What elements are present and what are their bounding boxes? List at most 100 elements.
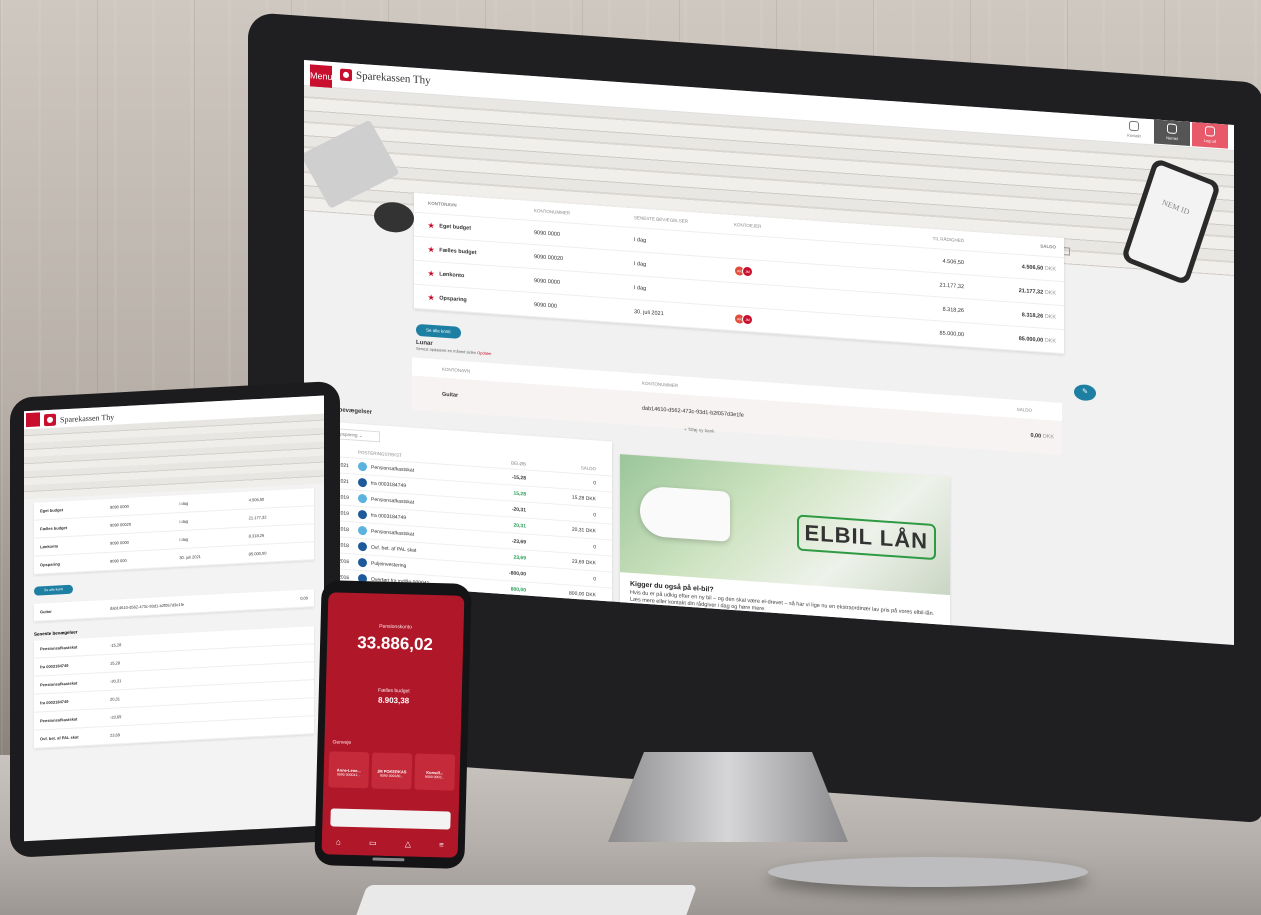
bell-icon	[1129, 120, 1139, 132]
bank-logo-icon	[340, 68, 352, 82]
account-balance-currency: DKK	[1044, 265, 1056, 273]
tablet-transaction-text: Pensionsafkastskat	[40, 680, 78, 688]
tablet-transaction-text: Pensionsafkastskat	[40, 716, 78, 724]
col-account-name[interactable]: Kontonavn	[414, 200, 534, 213]
tablet-transaction-amount: 23,69	[110, 732, 121, 738]
tablet-transaction-text: fra 0003184749	[40, 662, 69, 670]
transaction-text: Pensionsafkastskat	[371, 496, 415, 506]
monitor-stand	[608, 752, 848, 842]
tx-col-amount[interactable]: Beløb	[470, 458, 526, 466]
contact-button[interactable]: Kontakt	[1116, 117, 1152, 144]
phone-shortcut-card[interactable]: Anne-Lene... 9090 000041...	[328, 751, 370, 789]
phone-shortcut-card[interactable]: Konsdl... 9090 0002...	[414, 753, 456, 791]
account-name: Fælles budget	[439, 246, 477, 256]
transaction-balance: 0	[593, 511, 596, 518]
account-available: 4.506,50	[942, 258, 964, 266]
tablet-account-balance: 21.177,32	[248, 514, 267, 521]
bank-name: Sparekassen Thy	[356, 69, 431, 87]
tablet-account-number: 9090 000	[110, 557, 127, 564]
tablet-menu-button[interactable]	[26, 412, 40, 428]
transaction-amount: 23,69	[513, 554, 526, 562]
account-last-activity: I dag	[634, 260, 647, 268]
account-owners: AK JM	[734, 265, 864, 285]
favorite-star-icon[interactable]: ★	[428, 221, 434, 229]
see-all-accounts-button[interactable]: Se alle konti	[416, 323, 461, 339]
transaction-text: fra 0003184749	[371, 480, 407, 489]
account-balance-currency: DKK	[1044, 313, 1056, 321]
tablet-lunar-row[interactable]: Guitar dab14610-d562-473c-93d1-b2f057d3e1…	[34, 589, 314, 622]
logout-button[interactable]: Log ud	[1192, 122, 1228, 149]
favorite-star-icon[interactable]: ★	[428, 269, 434, 277]
transaction-amount: -800,00	[509, 569, 526, 578]
transaction-amount: 800,00	[510, 585, 526, 594]
tablet-see-all-button[interactable]: Se alle konti	[34, 584, 74, 596]
lunar-col-balance[interactable]: Saldo	[962, 403, 1062, 415]
phone-shortcut-cards: Anne-Lene... 9090 000041... JM POKERKAS 90…	[328, 751, 460, 791]
col-balance[interactable]: Saldo	[964, 238, 1064, 250]
account-available: 21.177,32	[939, 281, 964, 290]
account-balance-value: 85.000,00	[1018, 335, 1044, 344]
account-name: Opsparing	[439, 294, 467, 303]
tablet-account-balance: 4.506,50	[248, 496, 265, 503]
promo-image: ELBIL LÅN	[620, 454, 950, 596]
transaction-text: Pensionsafkastskat	[371, 528, 415, 538]
account-name: Lønkonto	[439, 270, 465, 279]
phone-account-amount: 33.886,02	[357, 633, 434, 655]
chevron-down-icon: ⌄	[358, 432, 363, 439]
transaction-type-icon	[358, 525, 367, 536]
tablet-account-last: 30. juli 2021	[179, 553, 201, 561]
tablet-account-last: I dag	[179, 500, 189, 507]
account-number: 9090 00020	[534, 253, 564, 262]
nemid-button[interactable]: Nemid	[1154, 119, 1190, 146]
tablet-account-name: Lønkonto	[40, 543, 59, 550]
col-available[interactable]: Til rådighed	[864, 231, 964, 243]
add-bank-link[interactable]: + Tilføj ny bank	[684, 427, 714, 434]
bell-icon[interactable]: △	[405, 839, 411, 848]
phone: Pensionskonto 33.886,02 Fælles budget 8.…	[314, 580, 472, 869]
home-icon[interactable]: ⌂	[336, 837, 341, 846]
bank-logo[interactable]: Sparekassen Thy	[340, 68, 431, 87]
hero-phone-image: NEM ID	[1120, 157, 1222, 286]
account-number: 9090 000	[534, 301, 557, 310]
col-last-activity[interactable]: Seneste bevægelser	[634, 215, 734, 227]
tablet-transaction-text: Ovf. bet. af PAL skat	[40, 734, 79, 742]
transaction-amount: 20,31	[513, 522, 526, 530]
account-balance-value: 21.177,32	[1018, 287, 1044, 296]
transaction-balance: 15,28 DKK	[571, 494, 596, 502]
wallet-icon[interactable]: ▭	[369, 838, 377, 847]
phone-panel	[330, 808, 451, 830]
menu-button[interactable]: Menu	[310, 64, 333, 88]
account-owners	[734, 247, 864, 256]
account-name-cell: ★ Fælles budget	[414, 244, 534, 260]
account-balance-value: 8.318,26	[1021, 311, 1044, 320]
col-owner: Kontoejer	[734, 222, 762, 229]
desktop-screen: Menu Sparekassen Thy Kontakt Nemid Log u…	[304, 60, 1234, 646]
hero-cup-image	[374, 200, 414, 234]
transaction-balance: 23,69 DKK	[571, 558, 596, 566]
col-account-number[interactable]: Kontonummer	[534, 208, 634, 220]
phone-shortcuts-label: Genveje	[332, 739, 352, 746]
transaction-amount: -20,31	[511, 506, 526, 514]
account-balance-currency: DKK	[1044, 337, 1056, 345]
transaction-balance: 0	[593, 479, 596, 486]
phone-shortcut-card[interactable]: JM POKERKAS 9090 000180...	[371, 752, 413, 790]
transaction-text: Puljeinvestering	[371, 560, 407, 569]
menu-icon[interactable]: ≡	[439, 840, 444, 849]
favorite-star-icon[interactable]: ★	[428, 245, 434, 253]
account-balance: 8.318,26 DKK	[964, 308, 1064, 321]
tablet-bank-logo[interactable]: Sparekassen Thy	[44, 411, 114, 427]
transaction-type-icon	[358, 509, 367, 520]
phone-account-label: Pensionskonto	[379, 623, 413, 631]
chat-fab-upper[interactable]: ✎	[1074, 383, 1096, 402]
phone-account-amount-2: 8.903,38	[377, 695, 410, 706]
tablet-transaction-text: Pensionsafkastskat	[40, 644, 78, 652]
tablet-account-name: Fælles budget	[40, 525, 68, 532]
favorite-star-icon[interactable]: ★	[428, 293, 434, 301]
transaction-type-icon	[358, 477, 367, 488]
lunar-section: Lunar Senest opdateret en måned siden Op…	[416, 340, 492, 356]
transaction-type-icon	[358, 493, 367, 504]
monitor-foot	[768, 857, 1088, 887]
lunar-update-link[interactable]: Opdater	[477, 350, 491, 356]
owner-avatar: JM	[742, 265, 753, 278]
logout-icon	[1205, 126, 1215, 137]
